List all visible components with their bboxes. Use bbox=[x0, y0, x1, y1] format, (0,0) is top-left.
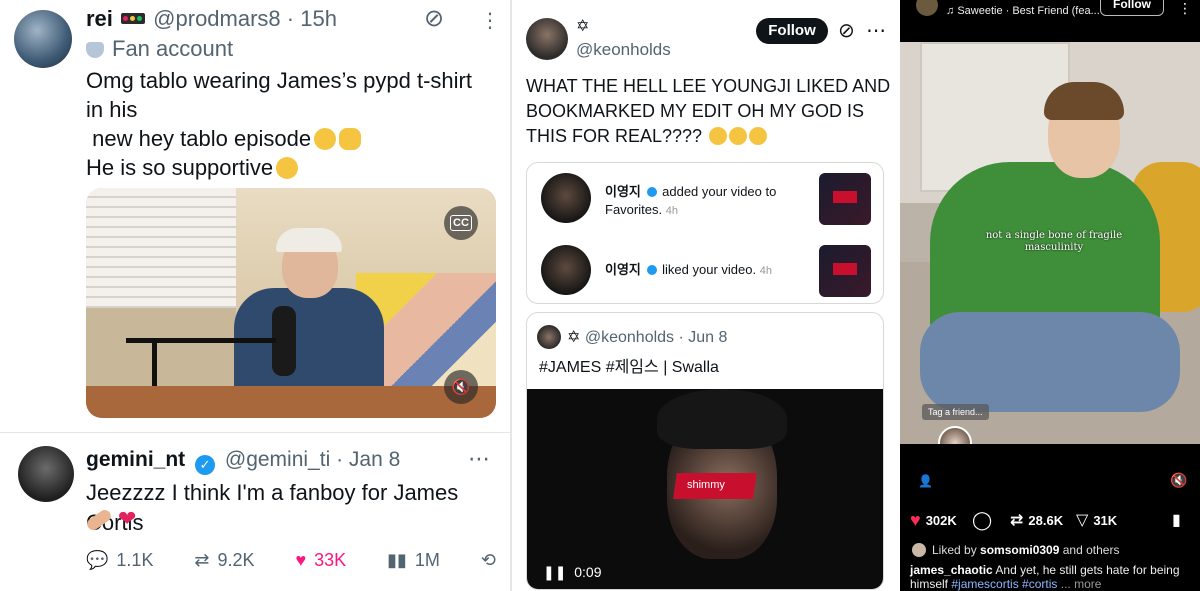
tweet-text: Omg tablo wearing James’s pypd t-shirt i… bbox=[86, 68, 472, 180]
repost-button[interactable]: ⇄ 28.6K bbox=[1010, 510, 1063, 530]
follow-button[interactable]: Follow bbox=[756, 18, 828, 44]
send-icon: ▽ bbox=[1076, 512, 1089, 529]
fan-account-label: Fan account bbox=[86, 36, 233, 62]
pleading-emoji-icon bbox=[276, 157, 299, 179]
video-caption-overlay: not a single bone of fragile masculinity bbox=[985, 230, 1123, 253]
pause-icon: ❚❚ bbox=[543, 564, 567, 580]
instagram-panel: ♫ Saweetie · Best Friend (fea... Follow … bbox=[900, 0, 1200, 591]
like-button[interactable]: ♥ 302K bbox=[910, 510, 957, 531]
user-handle[interactable]: @keonholds bbox=[576, 40, 671, 60]
video-overlay-text: shimmy bbox=[687, 479, 725, 491]
video-thumbnail bbox=[819, 245, 871, 297]
star-icon: ✡ bbox=[567, 329, 581, 346]
grok-icon[interactable]: ⊘ bbox=[424, 4, 444, 33]
music-note-icon: ♫ bbox=[946, 5, 955, 17]
more-icon[interactable]: ⋯ bbox=[866, 18, 886, 43]
list-item: 이영지 liked your video. 4h bbox=[527, 239, 883, 301]
share-button[interactable]: ▽ 31K bbox=[1076, 510, 1117, 530]
liked-by: Liked by somsomi0309 and others bbox=[912, 543, 1119, 557]
video-duration: ❚❚ 0:09 bbox=[543, 564, 602, 580]
star-icon: ✡ bbox=[576, 18, 590, 35]
avatar bbox=[912, 543, 926, 557]
sob-emoji-icon bbox=[729, 127, 748, 145]
avatar bbox=[541, 173, 591, 223]
user-handle[interactable]: @prodmars8 bbox=[153, 6, 281, 31]
user-handle[interactable]: @keonholds bbox=[585, 329, 674, 346]
tagged-users-icon[interactable]: 👤 bbox=[918, 474, 933, 488]
share-icon: ⟲ bbox=[480, 550, 496, 570]
avatar[interactable] bbox=[916, 0, 938, 16]
quoted-video[interactable]: shimmy ❚❚ 0:09 bbox=[527, 389, 883, 589]
verified-badge-icon bbox=[646, 265, 657, 275]
avatar[interactable] bbox=[526, 18, 568, 60]
follow-button[interactable]: Follow bbox=[1100, 0, 1164, 16]
crying-emoji-icon bbox=[314, 128, 337, 150]
sob-emoji-icon bbox=[749, 127, 768, 145]
list-item: 이영지 added your video to Favorites. 4h bbox=[527, 167, 883, 229]
notification-screenshot[interactable]: 이영지 added your video to Favorites. 4h 이영… bbox=[526, 162, 884, 304]
reel-video[interactable]: not a single bone of fragile masculinity… bbox=[900, 42, 1200, 444]
video-thumbnail bbox=[819, 173, 871, 225]
tweet-video[interactable]: CC 🔇 bbox=[86, 188, 496, 418]
retweet-button[interactable]: ⇄ 9.2K bbox=[194, 550, 254, 571]
twitter-panel-middle: ✡ @keonholds Follow ⊘ ⋯ WHAT THE HELL LE… bbox=[512, 0, 900, 591]
timestamp[interactable]: 15h bbox=[300, 6, 337, 31]
tweet-text: Jeezzzz I think I'm a fanboy for James C… bbox=[86, 480, 459, 535]
quoted-tweet[interactable]: ✡ @keonholds · Jun 8 #JAMES #제임스 | Swall… bbox=[526, 312, 884, 590]
reply-button[interactable]: 💬 1.1K bbox=[86, 550, 153, 571]
repost-icon: ⇄ bbox=[1010, 512, 1024, 529]
retweet-icon: ⇄ bbox=[194, 550, 210, 570]
emoji-line: ❤ bbox=[84, 506, 137, 533]
share-button[interactable]: ⟲ bbox=[481, 550, 496, 571]
display-name[interactable]: gemini_nt bbox=[86, 448, 185, 471]
divider bbox=[0, 432, 510, 433]
avatar[interactable] bbox=[14, 10, 72, 68]
sob-emoji-icon bbox=[709, 127, 728, 145]
user-handle[interactable]: @gemini_ti bbox=[225, 448, 330, 471]
heart-hands-emoji-icon bbox=[339, 128, 362, 150]
tweet-actions: 💬 1.1K ⇄ 9.2K ♥ 33K ▮▮ 1M ⟲ bbox=[86, 550, 496, 571]
like-button[interactable]: ♥ 33K bbox=[295, 550, 346, 571]
traffic-light-icon bbox=[121, 12, 146, 24]
tweet-header: rei @prodmars8 · 15h bbox=[86, 6, 337, 31]
post-caption: james_chaotic And yet, he still gets hat… bbox=[910, 563, 1180, 591]
display-name[interactable]: rei bbox=[86, 6, 113, 31]
tweet-header: gemini_nt ✓ @gemini_ti · Jan 8 bbox=[86, 448, 400, 475]
more-icon[interactable]: ⋮ bbox=[1178, 0, 1192, 17]
heart-icon: ♥ bbox=[295, 550, 307, 570]
bar-chart-icon: ▮▮ bbox=[387, 550, 407, 570]
timestamp[interactable]: Jun 8 bbox=[688, 329, 727, 346]
twitter-panel-left: rei @prodmars8 · 15h ⊘ ⋮ Fan account Omg… bbox=[0, 0, 510, 591]
heart-icon: ♥ bbox=[910, 510, 921, 530]
avatar bbox=[541, 245, 591, 295]
captions-button[interactable]: CC bbox=[444, 206, 478, 240]
views-button[interactable]: ▮▮ 1M bbox=[387, 550, 440, 571]
verified-badge-icon: ✓ bbox=[195, 455, 216, 475]
comment-button[interactable]: ◯ bbox=[972, 510, 992, 531]
bookmark-icon: ▮ bbox=[1172, 512, 1181, 529]
mask-icon bbox=[86, 42, 104, 59]
reply-icon: 💬 bbox=[86, 550, 109, 570]
save-button[interactable]: ▮ bbox=[1172, 510, 1181, 530]
more-icon[interactable]: ⋮ bbox=[480, 8, 500, 33]
avatar[interactable] bbox=[18, 446, 74, 502]
tag-friend-prompt[interactable]: Tag a friend... bbox=[922, 404, 989, 420]
timestamp[interactable]: Jan 8 bbox=[349, 448, 400, 471]
avatar bbox=[537, 325, 561, 349]
quoted-text: #JAMES #제임스 | Swalla bbox=[539, 359, 719, 376]
tweet-text: WHAT THE HELL LEE YOUNGJI LIKED AND BOOK… bbox=[526, 76, 891, 146]
red-heart-emoji-icon: ❤ bbox=[118, 506, 137, 531]
verified-badge-icon bbox=[646, 187, 657, 197]
grok-icon[interactable]: ⊘ bbox=[838, 18, 855, 43]
mute-icon[interactable]: 🔇 bbox=[444, 370, 478, 404]
more-icon[interactable]: ⋯ bbox=[468, 446, 490, 472]
bandage-emoji-icon bbox=[84, 507, 114, 533]
mute-icon[interactable]: 🔇 bbox=[1170, 472, 1187, 489]
comment-icon: ◯ bbox=[972, 510, 993, 530]
song-label[interactable]: ♫ Saweetie · Best Friend (fea... bbox=[946, 5, 1100, 17]
